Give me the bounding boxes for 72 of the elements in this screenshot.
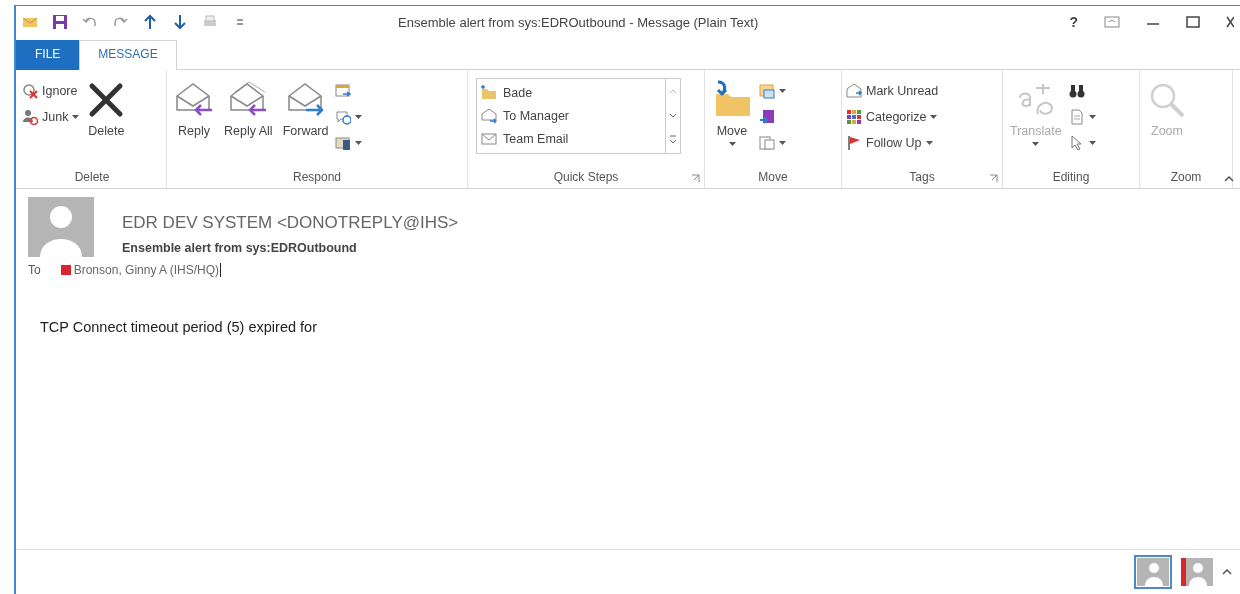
flag-icon: [846, 135, 862, 151]
contact-photo[interactable]: [1178, 555, 1216, 589]
ribbon-button[interactable]: Mark Unread: [846, 80, 939, 102]
up-arrow-icon[interactable]: [142, 14, 158, 30]
folder-icon: [481, 84, 497, 101]
group-label: Delete: [74, 170, 110, 184]
ribbon-button[interactable]: Forward: [279, 78, 332, 166]
group-label: Respond: [292, 170, 341, 184]
ribbon-button[interactable]: Follow Up: [846, 132, 939, 154]
down-arrow-icon[interactable]: [172, 14, 188, 30]
caret-icon: [1088, 115, 1096, 119]
rules-icon: [759, 83, 775, 99]
junk-icon: [22, 109, 38, 125]
quick-step-item[interactable]: Team Email: [481, 127, 661, 151]
caret-icon: [1088, 141, 1096, 145]
categorize-icon: [846, 109, 862, 125]
to-label: To: [28, 263, 41, 277]
ribbon-button[interactable]: Delete: [83, 78, 130, 166]
binoculars-icon: [1068, 83, 1085, 99]
ribbon-button[interactable]: Categorize: [846, 106, 939, 128]
dialog-launcher-icon[interactable]: [989, 174, 998, 183]
group-label: Editing: [1052, 170, 1090, 184]
mark-unread-icon: [846, 83, 862, 99]
subject-line: Ensemble alert from sys:EDROutbound: [122, 241, 358, 255]
group-label: Tags: [909, 170, 935, 184]
ribbon-button[interactable]: Reply: [171, 78, 217, 166]
message-body: TCP Connect timeout period (5) expired for: [40, 319, 317, 335]
onenote-icon: [759, 109, 775, 125]
person-icon: [1181, 558, 1213, 586]
window-title: Ensemble alert from sys:EDROutbound - Message (Plain Text): [397, 14, 760, 30]
close-icon[interactable]: [1226, 16, 1234, 28]
help-button[interactable]: ?: [1069, 14, 1078, 30]
ribbon-tab[interactable]: FILE: [16, 40, 80, 70]
more-actions-icon: [335, 135, 352, 151]
contact-photo[interactable]: [1134, 555, 1172, 589]
mail-arrow-icon: [481, 108, 497, 124]
caret-icon: [779, 89, 786, 93]
caret-icon: [728, 142, 736, 146]
caret-icon: [925, 141, 933, 145]
ribbon-button[interactable]: Junk: [22, 106, 80, 128]
group-label: Zoom: [1170, 170, 1202, 184]
collapse-pane-icon[interactable]: [1222, 569, 1232, 575]
avatar-icon: [28, 197, 94, 257]
dialog-launcher-icon[interactable]: [691, 174, 700, 183]
quick-step-item[interactable]: To Manager: [481, 104, 661, 128]
save-icon[interactable]: [52, 14, 68, 30]
collapse-ribbon-icon[interactable]: [1224, 176, 1234, 182]
person-icon: [1137, 558, 1169, 586]
document-icon: [1068, 109, 1085, 125]
maximize-icon[interactable]: [1186, 16, 1200, 28]
ribbon-button[interactable]: Reply All: [221, 78, 276, 166]
caret-icon: [72, 115, 80, 119]
ribbon-button[interactable]: Ignore: [22, 80, 80, 102]
quick-step-item[interactable]: Bade: [481, 81, 661, 105]
ribbon-button[interactable]: Move: [709, 78, 755, 166]
chat-icon: [335, 109, 352, 125]
ribbon-display-icon[interactable]: [1104, 16, 1120, 28]
actions-icon: [759, 135, 775, 151]
caret-icon: [355, 115, 363, 119]
group-label: Move: [758, 170, 788, 184]
presence-icon: [60, 265, 71, 275]
group-label: Quick Steps: [553, 170, 619, 184]
ignore-icon: [22, 83, 38, 99]
caret-icon: [930, 115, 938, 119]
caret-icon: [355, 141, 363, 145]
team-mail-icon: [481, 131, 497, 148]
recipient-name[interactable]: Bronson, Ginny A (IHS/HQ): [73, 263, 220, 277]
sender-name: EDR DEV SYSTEM <DONOTREPLY@IHS>: [122, 213, 459, 233]
caret-icon: [1032, 142, 1040, 146]
meeting-icon: [335, 83, 352, 99]
caret-icon: [779, 141, 786, 145]
ribbon-tab[interactable]: MESSAGE: [79, 40, 177, 70]
